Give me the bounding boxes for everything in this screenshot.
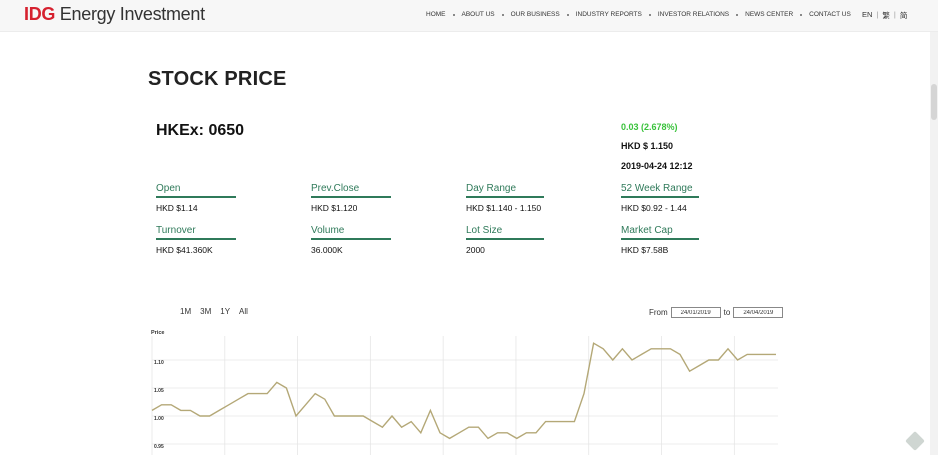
stat-value: HKD $41.360K (156, 245, 213, 255)
page-title: STOCK PRICE (148, 68, 287, 90)
y-tick-label: 1.05 (154, 388, 164, 394)
stat-value: HKD $7.58B (621, 245, 669, 255)
stat-value: 36.000K (311, 245, 343, 255)
nav-investor-relations[interactable]: INVESTOR RELATIONS (658, 11, 729, 18)
logo[interactable]: IDG Energy Investment (24, 4, 205, 25)
nav-home[interactable]: HOME (426, 11, 446, 18)
date-range-picker: From to (649, 307, 784, 318)
stat-value: HKD $0.92 - 1.44 (621, 203, 687, 213)
logo-text: Energy Investment (55, 4, 205, 24)
stat-market-cap: Market Cap HKD $7.58B (621, 225, 699, 255)
lang-simplified[interactable]: 简 (900, 10, 908, 21)
stat-label: Day Range (466, 183, 544, 198)
site-header: IDG Energy Investment HOME ABOUT US OUR … (0, 0, 938, 32)
y-tick-label: 1.00 (154, 416, 164, 422)
nav-separator (452, 13, 455, 16)
lang-separator: | (876, 10, 879, 19)
price-change: 0.03 (2.678%) (621, 122, 678, 132)
nav-news-center[interactable]: NEWS CENTER (745, 11, 793, 18)
stat-value: HKD $1.140 - 1.150 (466, 203, 542, 213)
nav-separator (736, 13, 739, 16)
stat-52-week-range: 52 Week Range HKD $0.92 - 1.44 (621, 183, 699, 213)
stat-label: Turnover (156, 225, 236, 240)
stat-label: Market Cap (621, 225, 699, 240)
stat-volume: Volume 36.000K (311, 225, 391, 255)
stat-label: Open (156, 183, 236, 198)
stat-label: Prev.Close (311, 183, 391, 198)
logo-brand: IDG (24, 4, 56, 24)
nav-industry-reports[interactable]: INDUSTRY REPORTS (576, 11, 642, 18)
y-tick-label: 0.95 (154, 444, 164, 450)
lang-en[interactable]: EN (862, 10, 872, 21)
main-nav: HOME ABOUT US OUR BUSINESS INDUSTRY REPO… (426, 11, 851, 18)
stat-value: HKD $1.14 (156, 203, 198, 213)
from-date-input[interactable] (670, 307, 721, 318)
range-1m-button[interactable]: 1M (180, 307, 191, 316)
stat-value: HKD $1.120 (311, 203, 358, 213)
quote-timestamp: 2019-04-24 12:12 (621, 161, 693, 171)
nav-separator (501, 13, 504, 16)
range-1y-button[interactable]: 1Y (220, 307, 230, 316)
y-axis-title: Price (151, 330, 164, 336)
lang-separator: | (893, 10, 896, 19)
from-label: From (649, 308, 668, 317)
nav-about-us[interactable]: ABOUT US (462, 11, 495, 18)
range-selector: 1M 3M 1Y All (180, 307, 248, 316)
nav-separator (800, 13, 803, 16)
stat-label: Volume (311, 225, 391, 240)
stat-lot-size: Lot Size 2000 (466, 225, 544, 255)
to-date-input[interactable] (733, 307, 784, 318)
y-tick-label: 1.10 (154, 360, 164, 366)
to-label: to (723, 308, 731, 317)
nav-separator (648, 13, 651, 16)
stat-prev-close: Prev.Close HKD $1.120 (311, 183, 391, 213)
nav-separator (566, 13, 569, 16)
current-price: HKD $ 1.150 (621, 141, 674, 151)
stat-open: Open HKD $1.14 (156, 183, 236, 213)
stat-turnover: Turnover HKD $41.360K (156, 225, 236, 255)
price-series-line (151, 342, 776, 440)
nav-contact-us[interactable]: CONTACT US (809, 11, 851, 18)
stat-label: 52 Week Range (621, 183, 699, 198)
stat-value: 2000 (466, 245, 485, 255)
language-switcher: EN | 繁 | 简 (862, 10, 907, 21)
stat-label: Lot Size (466, 225, 544, 240)
range-all-button[interactable]: All (239, 307, 248, 316)
nav-our-business[interactable]: OUR BUSINESS (511, 11, 560, 18)
lang-traditional[interactable]: 繁 (882, 10, 890, 21)
stock-ticker: HKEx: 0650 (156, 122, 245, 139)
stat-day-range: Day Range HKD $1.140 - 1.150 (466, 183, 544, 213)
scrollbar-thumb[interactable] (931, 84, 937, 120)
price-chart: Price 1.10 1.05 1.00 0.95 (151, 330, 778, 455)
back-to-top-icon[interactable] (905, 431, 925, 451)
range-3m-button[interactable]: 3M (200, 307, 211, 316)
